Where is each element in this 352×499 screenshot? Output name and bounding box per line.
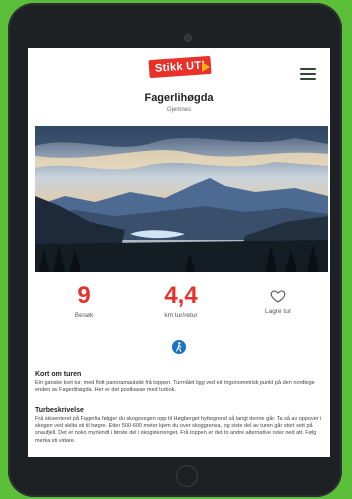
save-trip-button[interactable]: Lagre tur: [228, 282, 328, 315]
page-title: Fagerlihøgda: [144, 92, 214, 104]
short-text: Ein ganske kort tur, med flott panoramau…: [35, 380, 315, 394]
heart-icon: [270, 290, 286, 303]
route-text: Frå skisenteret på Fagerlia følgjer du s…: [35, 416, 322, 444]
stats-row: 9 Besøk 4,4 km tur/retur Lagre tur: [28, 282, 330, 332]
top-bar: Stikk UT!: [28, 48, 330, 88]
distance-value: 4,4: [164, 282, 198, 309]
landscape-photo: [35, 126, 328, 272]
visits-label: Besøk: [74, 312, 94, 319]
distance-stat: 4,4 km tur/retur: [131, 282, 231, 319]
short-heading: Kort om turen: [35, 371, 82, 378]
distance-label: km tur/retur: [164, 312, 198, 319]
short-description: Kort om turen Ein ganske kort tur, med f…: [35, 371, 325, 394]
page-subtitle: Gjemnes: [166, 107, 191, 113]
hiking-icon: [172, 340, 186, 354]
visits-count: 9: [77, 282, 91, 309]
camera-icon: [185, 35, 191, 41]
home-button[interactable]: [176, 465, 198, 487]
hamburger-menu-icon[interactable]: [300, 68, 316, 80]
logo-arrow-icon: [202, 62, 210, 72]
route-description: Turbeskrivelse Frå skisenteret på Fagerl…: [35, 407, 325, 445]
app-screen: Stikk UT! Fagerlihøgda Gjemnes 9 Besøk 4…: [28, 48, 330, 457]
save-trip-label: Lagre tur: [264, 308, 292, 315]
route-heading: Turbeskrivelse: [35, 407, 84, 414]
visits-stat: 9 Besøk: [34, 282, 134, 319]
